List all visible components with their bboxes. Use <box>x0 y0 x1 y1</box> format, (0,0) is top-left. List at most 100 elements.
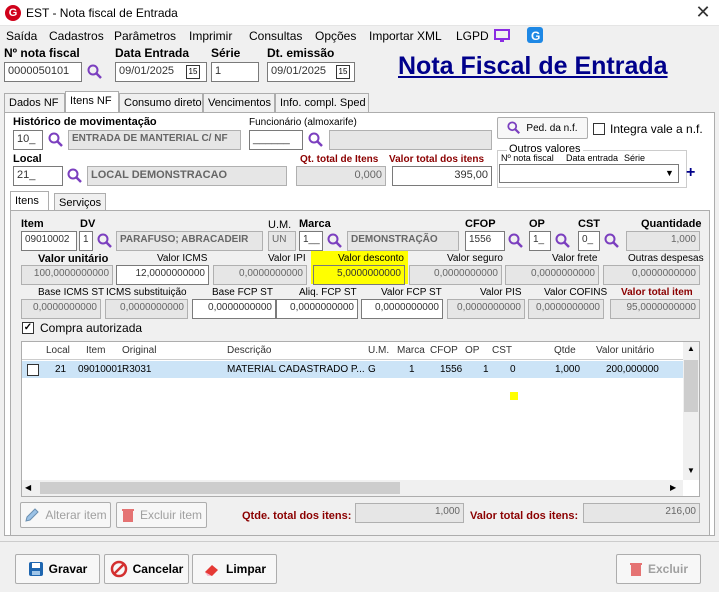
subtab-itens[interactable]: Itens <box>10 191 49 211</box>
historico-desc: ENTRADA DE MANTERIAL C/ NF <box>68 130 241 150</box>
scroll-up-icon[interactable]: ▲ <box>687 344 695 353</box>
search-icon[interactable] <box>508 233 524 249</box>
scroll-thumb[interactable] <box>684 360 698 412</box>
valor-icms-input[interactable]: 12,0000000000 <box>116 265 209 285</box>
g-app-icon[interactable]: G <box>527 27 543 43</box>
calendar-icon[interactable]: 15 <box>186 65 200 79</box>
tab-info-compl-sped[interactable]: Info. compl. Sped <box>275 93 369 113</box>
table-row[interactable]: 21 09010001 R3031 MATERIAL CADASTRADO P.… <box>22 361 683 378</box>
data-entrada-label: Data Entrada <box>115 46 190 60</box>
item-label: Item <box>21 218 44 230</box>
outros-col-nota: Nº nota fiscal <box>501 153 554 163</box>
grid-col-item[interactable]: Item <box>86 345 105 356</box>
menu-saida[interactable]: Saída <box>6 29 37 43</box>
menubar: Saída Cadastros Parâmetros Imprimir Cons… <box>0 26 719 46</box>
op-input[interactable]: 1_ <box>529 231 551 251</box>
quantidade-value: 1,000 <box>626 231 700 251</box>
search-icon[interactable] <box>555 233 571 249</box>
grid-col-cst[interactable]: CST <box>492 345 512 356</box>
dv-input[interactable]: 1 <box>79 231 93 251</box>
grid-col-local[interactable]: Local <box>46 345 70 356</box>
nota-input[interactable]: 0000050101 <box>4 62 82 82</box>
valor-desconto-input[interactable]: 5,0000000000 <box>313 265 405 285</box>
base-icms-st-label: Base ICMS ST <box>38 287 105 298</box>
vertical-scrollbar[interactable]: ▲ ▼ <box>683 342 699 480</box>
valor-ipi-label: Valor IPI <box>268 253 306 264</box>
grid-col-qtde[interactable]: Qtde <box>554 345 576 356</box>
grid-col-marca[interactable]: Marca <box>397 345 425 356</box>
item-input[interactable]: 09010002 <box>21 231 77 251</box>
horizontal-scrollbar[interactable]: ◀ ▶ <box>22 480 683 496</box>
menu-parametros[interactable]: Parâmetros <box>114 29 176 43</box>
compra-autorizada-checkbox[interactable]: ✓ <box>22 322 34 334</box>
scroll-down-icon[interactable]: ▼ <box>687 466 695 475</box>
cfop-input[interactable]: 1556 <box>465 231 505 251</box>
tab-consumo-direto[interactable]: Consumo direto <box>119 93 203 113</box>
window-titlebar: G EST - Nota fiscal de Entrada ✕ <box>0 0 719 26</box>
menu-importar-xml[interactable]: Importar XML <box>369 29 442 43</box>
qt-total-value: 0,000 <box>296 166 386 186</box>
alterar-item-button[interactable]: Alterar item <box>20 502 111 528</box>
subtab-servicos[interactable]: Serviços <box>54 193 106 211</box>
close-icon[interactable]: ✕ <box>692 2 714 24</box>
menu-cadastros[interactable]: Cadastros <box>49 29 104 43</box>
grid-col-um[interactable]: U.M. <box>368 345 389 356</box>
grid-col-valor-unitario[interactable]: Valor unitário <box>596 345 654 356</box>
chevron-down-icon[interactable]: ▼ <box>665 168 674 178</box>
scroll-thumb-h[interactable] <box>40 482 400 494</box>
cst-input[interactable]: 0_ <box>578 231 600 251</box>
valor-total-itens-value: 216,00 <box>583 503 700 523</box>
integra-label: Integra vale a n.f. <box>610 122 703 136</box>
grid-col-descricao[interactable]: Descrição <box>227 345 271 356</box>
search-icon[interactable] <box>48 132 64 148</box>
cell-local: 21 <box>55 364 67 375</box>
local-code-input[interactable]: 21_ <box>13 166 63 186</box>
search-icon[interactable] <box>327 233 343 249</box>
grid-col-original[interactable]: Original <box>122 345 156 356</box>
outros-col-data: Data entrada <box>566 153 619 163</box>
search-icon[interactable] <box>308 132 324 148</box>
excluir-button[interactable]: Excluir <box>616 554 701 584</box>
row-checkbox[interactable] <box>27 364 39 376</box>
funcionario-desc <box>329 130 492 150</box>
serie-input[interactable]: 1 <box>211 62 259 82</box>
menu-lgpd[interactable]: LGPD <box>456 29 489 43</box>
calendar-icon[interactable]: 15 <box>336 65 350 79</box>
scroll-right-icon[interactable]: ▶ <box>670 483 676 492</box>
grid-col-cfop[interactable]: CFOP <box>430 345 458 356</box>
add-outros-button[interactable]: + <box>686 164 695 182</box>
integra-checkbox[interactable] <box>593 123 605 135</box>
funcionario-label: Funcionário (almoxarife) <box>249 117 357 128</box>
serie-label: Série <box>211 46 241 60</box>
ped-nf-label: Ped. da n.f. <box>526 122 578 134</box>
marca-code-input[interactable]: 1__ <box>299 231 323 251</box>
historico-code-input[interactable]: 10_ <box>13 130 43 150</box>
scroll-left-icon[interactable]: ◀ <box>25 483 31 492</box>
search-icon[interactable] <box>67 168 83 184</box>
tab-vencimentos[interactable]: Vencimentos <box>203 93 275 113</box>
limpar-button[interactable]: Limpar <box>192 554 277 584</box>
qtde-total-itens-value: 1,000 <box>355 503 464 523</box>
menu-opcoes[interactable]: Opções <box>315 29 356 43</box>
menu-imprimir[interactable]: Imprimir <box>189 29 232 43</box>
ped-nf-button[interactable]: Ped. da n.f. <box>497 117 588 139</box>
aliq-fcp-st-input[interactable]: 0,0000000000 <box>276 299 358 319</box>
gravar-button[interactable]: Gravar <box>15 554 100 584</box>
excluir-item-button[interactable]: Excluir item <box>116 502 207 528</box>
valor-icms-label: Valor ICMS <box>157 253 208 264</box>
funcionario-code-input[interactable]: ______ <box>249 130 303 150</box>
cancelar-button[interactable]: Cancelar <box>104 554 189 584</box>
search-icon[interactable] <box>604 233 620 249</box>
menu-consultas[interactable]: Consultas <box>249 29 302 43</box>
outros-valores-select[interactable] <box>499 164 679 183</box>
monitor-icon[interactable] <box>494 29 510 43</box>
search-icon[interactable] <box>87 64 103 80</box>
tab-dados-nf[interactable]: Dados NF <box>4 93 65 113</box>
cfop-label: CFOP <box>465 218 496 230</box>
base-fcp-st-input[interactable]: 0,0000000000 <box>192 299 276 319</box>
outras-despesas-label: Outras despesas <box>628 253 704 264</box>
tab-itens-nf[interactable]: Itens NF <box>65 91 119 113</box>
valor-fcp-st-input[interactable]: 0,0000000000 <box>361 299 443 319</box>
grid-col-op[interactable]: OP <box>465 345 479 356</box>
search-icon[interactable] <box>97 233 113 249</box>
